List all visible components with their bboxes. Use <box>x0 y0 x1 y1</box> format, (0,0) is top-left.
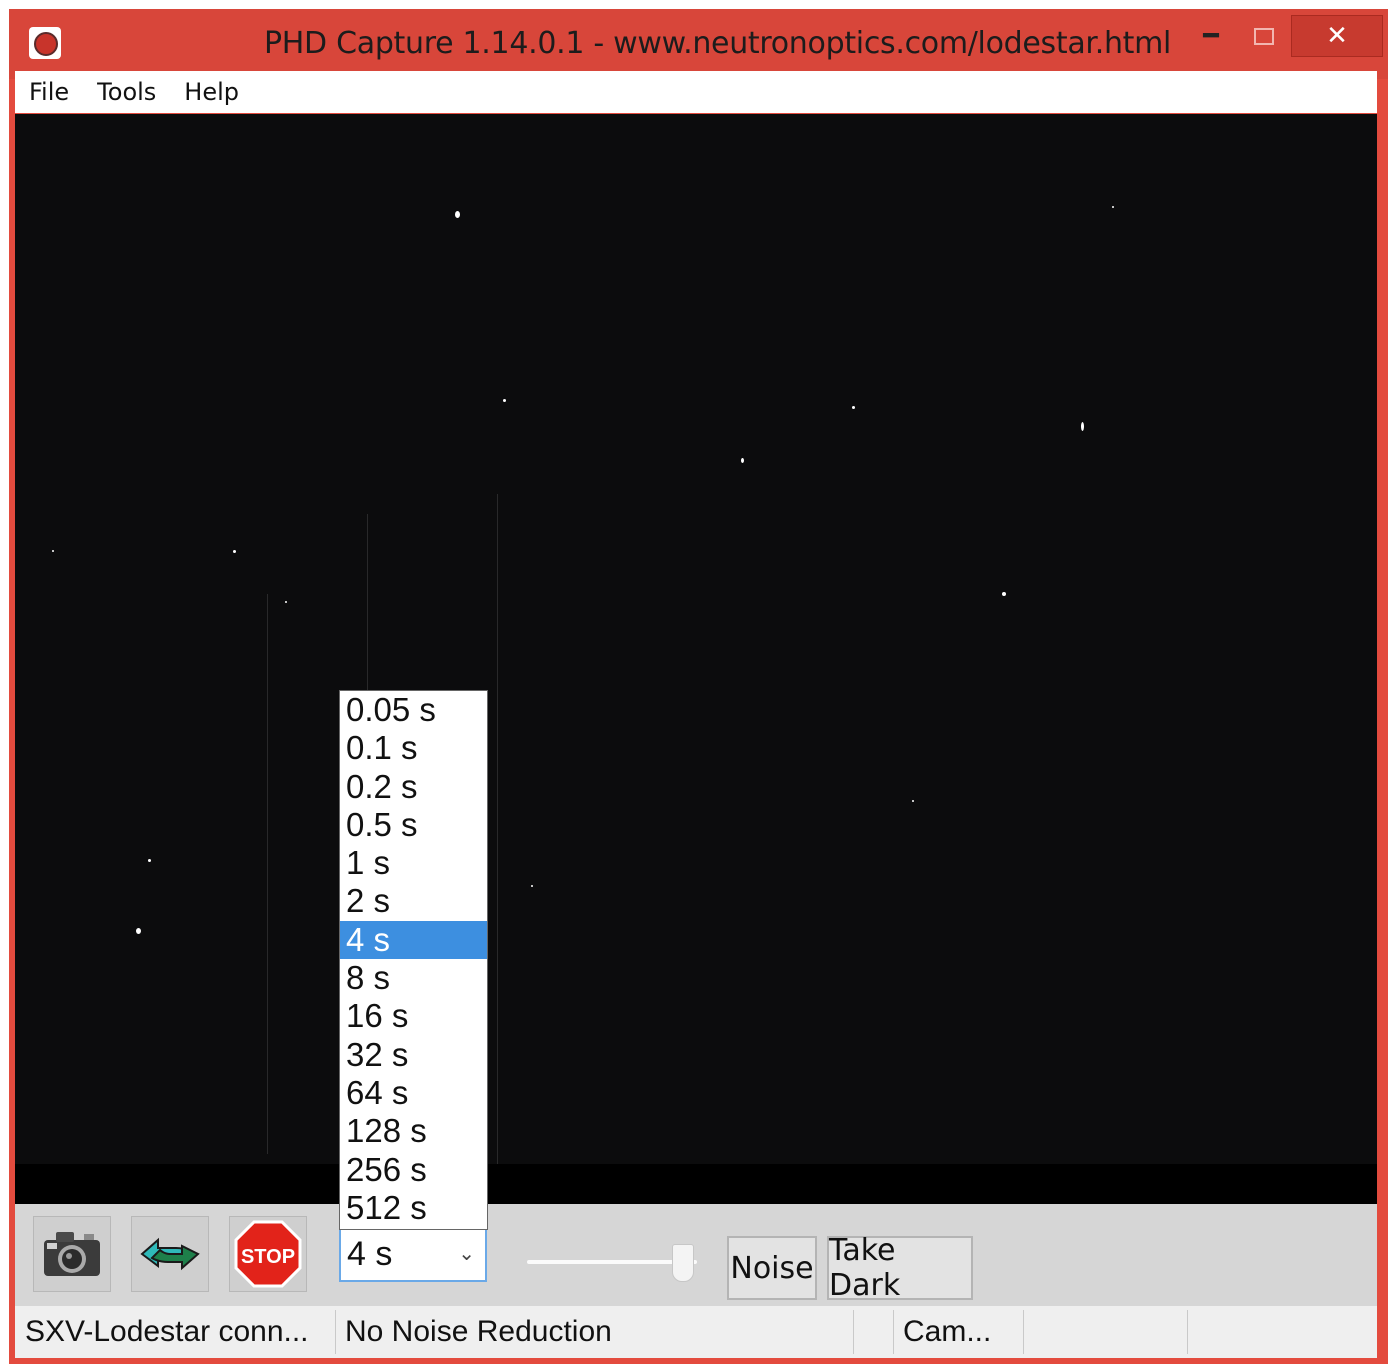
exposure-option[interactable]: 128 s <box>340 1112 487 1150</box>
gamma-slider-thumb[interactable] <box>672 1244 695 1282</box>
capture-button[interactable] <box>33 1216 111 1292</box>
exposure-select[interactable]: 4 s ⌄ <box>339 1226 487 1282</box>
noise-button[interactable]: Noise <box>727 1236 817 1300</box>
loop-icon <box>140 1237 200 1271</box>
chevron-down-icon: ⌄ <box>458 1243 475 1265</box>
status-camera: SXV-Lodestar conn... <box>25 1315 309 1348</box>
image-canvas[interactable] <box>15 114 1377 1204</box>
status-cam: Cam... <box>903 1315 992 1348</box>
menu-file[interactable]: File <box>15 78 83 106</box>
camera-icon <box>44 1232 100 1276</box>
status-noise: No Noise Reduction <box>345 1315 612 1348</box>
menu-tools[interactable]: Tools <box>83 78 170 106</box>
sensor-streak <box>267 594 268 1154</box>
star <box>912 800 914 802</box>
exposure-option[interactable]: 2 s <box>340 882 487 920</box>
maximize-button[interactable] <box>1247 15 1281 57</box>
minimize-button[interactable]: ━ <box>1194 15 1228 57</box>
stop-label: STOP <box>241 1246 295 1268</box>
status-bar: SXV-Lodestar conn... No Noise Reduction … <box>15 1306 1377 1358</box>
star <box>852 406 855 409</box>
menu-bar: File Tools Help <box>15 71 1377 113</box>
exposure-value: 4 s <box>347 1235 393 1273</box>
status-divider <box>853 1310 854 1354</box>
star <box>285 601 287 603</box>
exposure-option[interactable]: 1 s <box>340 844 487 882</box>
status-divider <box>893 1310 894 1354</box>
star <box>52 550 54 552</box>
toolbar: STOP 4 s ⌄ Noise Take Dark <box>15 1204 1377 1306</box>
menu-help[interactable]: Help <box>170 78 253 106</box>
exposure-option[interactable]: 0.05 s <box>340 691 487 729</box>
exposure-option[interactable]: 0.2 s <box>340 768 487 806</box>
star <box>455 211 460 218</box>
star <box>136 928 141 934</box>
exposure-option[interactable]: 512 s <box>340 1189 487 1227</box>
close-button[interactable]: ✕ <box>1291 15 1383 57</box>
exposure-option[interactable]: 32 s <box>340 1036 487 1074</box>
exposure-option[interactable]: 256 s <box>340 1151 487 1189</box>
stop-button[interactable]: STOP <box>229 1216 307 1292</box>
star <box>1112 206 1114 208</box>
stop-icon: STOP <box>234 1220 302 1288</box>
star <box>531 885 533 887</box>
exposure-dropdown-list[interactable]: 0.05 s 0.1 s 0.2 s 0.5 s1 s2 s4 s8 s 16 s 32 … <box>339 690 488 1230</box>
status-divider <box>1023 1310 1024 1354</box>
exposure-option[interactable]: 8 s <box>340 959 487 997</box>
star <box>233 550 236 553</box>
take-dark-button[interactable]: Take Dark <box>827 1233 973 1303</box>
sensor-streak <box>497 494 498 1174</box>
title-bar[interactable]: PHD Capture 1.14.0.1 - www.neutronoptics… <box>9 9 1388 79</box>
star <box>1081 422 1084 431</box>
exposure-option[interactable]: 4 s <box>340 920 487 960</box>
app-icon[interactable] <box>29 27 61 59</box>
star <box>503 399 506 402</box>
canvas-footer-strip <box>15 1164 1377 1204</box>
star <box>148 859 151 862</box>
window-title: PHD Capture 1.14.0.1 - www.neutronoptics… <box>264 26 1172 61</box>
loop-button[interactable] <box>131 1216 209 1292</box>
exposure-option[interactable]: 64 s <box>340 1074 487 1112</box>
star <box>741 458 744 463</box>
maximize-icon <box>1254 27 1274 45</box>
exposure-option[interactable]: 0.5 s <box>340 806 487 844</box>
star <box>1002 592 1006 596</box>
status-divider <box>1187 1310 1188 1354</box>
status-divider <box>335 1310 336 1354</box>
exposure-option[interactable]: 16 s <box>340 997 487 1035</box>
exposure-option[interactable]: 0.1 s <box>340 729 487 767</box>
